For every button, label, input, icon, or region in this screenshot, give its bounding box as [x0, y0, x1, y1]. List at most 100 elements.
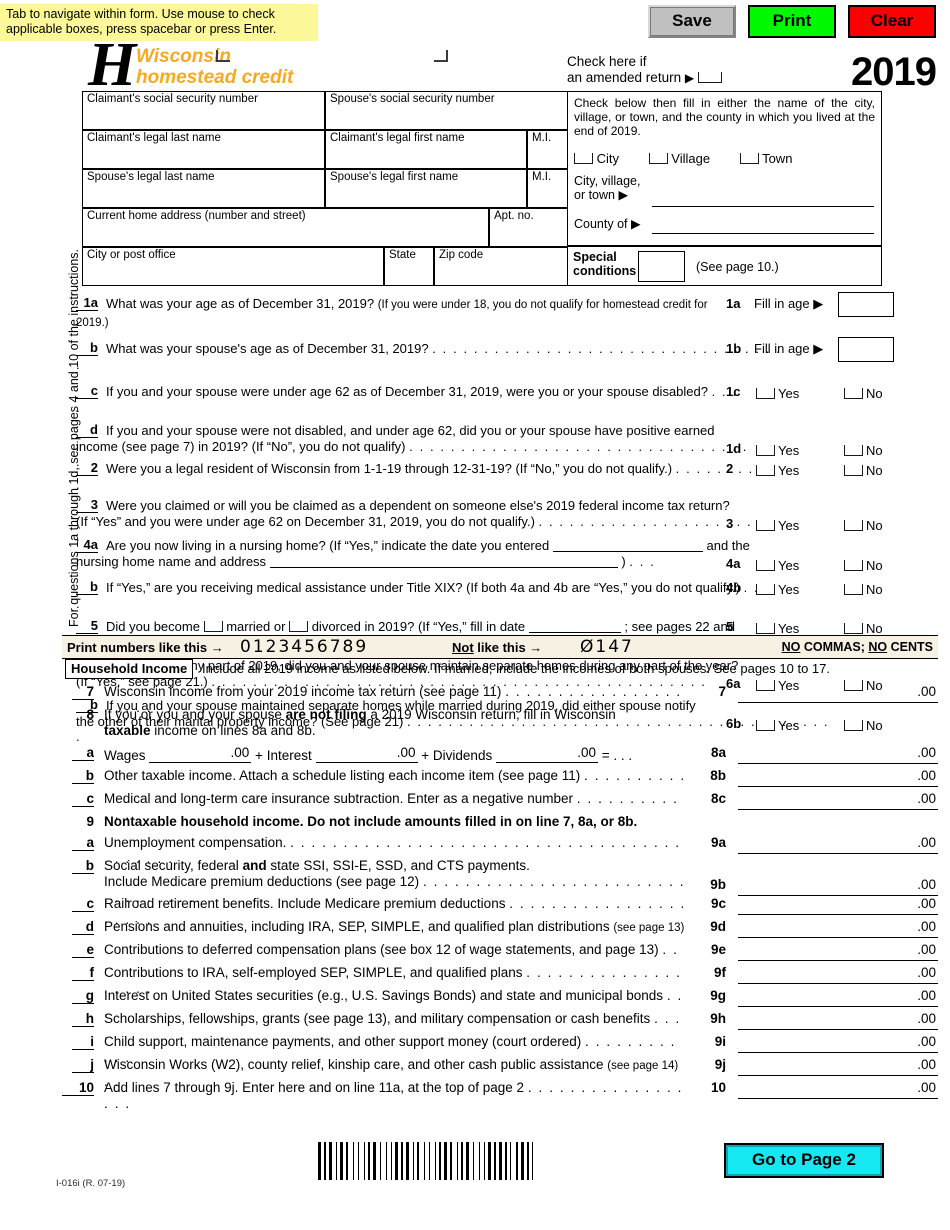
amount-field-9i[interactable]: .00 [738, 1034, 938, 1053]
tax-year: 2019 [851, 50, 937, 94]
amount-field-9j[interactable]: .00 [738, 1057, 938, 1076]
question-row: 1a What was your age as of December 31, … [76, 292, 938, 331]
nursing-home-date-input[interactable] [552, 551, 703, 552]
spouse-ssn-field[interactable]: Spouse's social security number [325, 91, 568, 130]
claimant-last-name-field[interactable]: Claimant's legal last name [82, 130, 325, 169]
amount-field-9g[interactable]: .00 [738, 988, 938, 1007]
wages-input[interactable]: .00 [149, 745, 252, 763]
cents-suffix: .00 [917, 988, 936, 1003]
question-text: If “Yes,” are you receiving medical assi… [106, 580, 740, 595]
amount-field-8a[interactable]: .00 [738, 745, 938, 764]
no-checkbox[interactable] [844, 623, 863, 634]
city-village-town-input[interactable] [652, 206, 874, 207]
age-input-1b[interactable] [838, 337, 894, 362]
special-conditions-block: Special conditions (See page 10.) [567, 246, 882, 286]
line-number: h [72, 1011, 94, 1027]
amount-input-8b[interactable] [740, 768, 898, 785]
line-text: Interest on United States securities (e.… [104, 988, 664, 1003]
claimant-ssn-field[interactable]: Claimant's social security number [82, 91, 325, 130]
claimant-first-name-field[interactable]: Claimant's legal first name [325, 130, 527, 169]
interest-input[interactable]: .00 [315, 745, 418, 763]
amount-input-9j[interactable] [740, 1057, 898, 1074]
amount-field-9e[interactable]: .00 [738, 942, 938, 961]
print-button[interactable]: Print [748, 5, 836, 38]
amount-field-9f[interactable]: .00 [738, 965, 938, 984]
amount-input-9a[interactable] [740, 835, 898, 852]
question-row: c If you and your spouse were under age … [76, 384, 938, 415]
no-checkbox[interactable] [844, 465, 863, 476]
village-checkbox[interactable] [648, 153, 668, 164]
divorced-checkbox[interactable] [289, 621, 309, 632]
yes-checkbox[interactable] [756, 445, 775, 456]
marital-date-input[interactable] [528, 632, 621, 633]
amount-input-7[interactable] [740, 684, 898, 701]
amount-input-9g[interactable] [740, 988, 898, 1005]
question-row: 3 Were you claimed or will you be claime… [76, 498, 938, 544]
clear-button[interactable]: Clear [848, 5, 936, 38]
town-checkbox[interactable] [739, 153, 759, 164]
amount-field-9d[interactable]: .00 [738, 919, 938, 938]
amount-field-8c[interactable]: .00 [738, 791, 938, 810]
city-post-office-field[interactable]: City or post office [82, 247, 384, 286]
no-checkbox[interactable] [844, 388, 863, 399]
amount-field-7[interactable]: .00 [738, 684, 938, 703]
amount-field-9c[interactable]: .00 [738, 896, 938, 915]
cents-suffix: .00 [917, 942, 936, 957]
yes-checkbox[interactable] [756, 465, 775, 476]
line-text: Medical and long-term care insurance sub… [104, 791, 573, 806]
apt-no-field[interactable]: Apt. no. [489, 208, 568, 247]
claimant-mi-field[interactable]: M.I. [527, 130, 568, 169]
amended-return-checkbox[interactable] [697, 72, 722, 83]
amount-input-9b[interactable] [740, 877, 898, 894]
no-checkbox[interactable] [844, 520, 863, 531]
yes-checkbox[interactable] [756, 388, 775, 399]
amount-input-10[interactable] [740, 1080, 898, 1097]
municipality-type-row: City Village Town [574, 151, 877, 166]
yes-checkbox[interactable] [756, 560, 775, 571]
save-button[interactable]: Save [648, 5, 736, 38]
amount-field-9b[interactable]: .00 [738, 877, 938, 896]
amount-field-9h[interactable]: .00 [738, 1011, 938, 1030]
go-to-page-2-button[interactable]: Go to Page 2 [724, 1143, 884, 1178]
amount-input-9f[interactable] [740, 965, 898, 982]
amount-field-10[interactable]: .00 [738, 1080, 938, 1099]
amount-input-9d[interactable] [740, 919, 898, 936]
amount-input-9i[interactable] [740, 1034, 898, 1051]
zip-code-field[interactable]: Zip code [434, 247, 568, 286]
line-number: a [72, 745, 94, 761]
yes-checkbox[interactable] [756, 520, 775, 531]
amount-field-8b[interactable]: .00 [738, 768, 938, 787]
dividends-input[interactable]: .00 [495, 745, 598, 763]
amount-input-9e[interactable] [740, 942, 898, 959]
answer-yes-2: Yes [756, 463, 799, 479]
amount-field-9a[interactable]: .00 [738, 835, 938, 854]
amount-input-8c[interactable] [740, 791, 898, 808]
income-line-9b: b Social security, federal and state SSI… [62, 858, 938, 905]
answer-yes-4a: Yes [756, 558, 799, 574]
special-conditions-input[interactable] [638, 251, 685, 282]
print-numbers-label: Print numbers like this → [67, 640, 224, 655]
spouse-first-name-field[interactable]: Spouse's legal first name [325, 169, 527, 208]
amount-input-8a[interactable] [740, 745, 898, 762]
home-address-field[interactable]: Current home address (number and street) [82, 208, 489, 247]
city-checkbox[interactable] [574, 153, 593, 164]
no-checkbox[interactable] [844, 560, 863, 571]
cvt-label-line2: or town ▶ [574, 188, 629, 202]
yes-checkbox[interactable] [756, 584, 775, 595]
yes-checkbox[interactable] [756, 623, 775, 634]
state-field[interactable]: State [384, 247, 434, 286]
spouse-last-name-field[interactable]: Spouse's legal last name [82, 169, 325, 208]
age-input-1a[interactable] [838, 292, 894, 317]
county-input[interactable] [652, 233, 874, 234]
no-checkbox[interactable] [844, 445, 863, 456]
amount-input-9h[interactable] [740, 1011, 898, 1028]
registration-mark-right-icon [434, 50, 448, 62]
no-checkbox[interactable] [844, 584, 863, 595]
apt-no-label: Apt. no. [494, 210, 534, 222]
married-checkbox[interactable] [203, 621, 223, 632]
form-title: Wisconsin homestead credit [136, 46, 293, 88]
amount-input-9c[interactable] [740, 896, 898, 913]
answer-cell: 1a Fill in age ▶ [726, 292, 938, 317]
spouse-mi-field[interactable]: M.I. [527, 169, 568, 208]
nursing-home-name-input[interactable] [269, 566, 618, 568]
